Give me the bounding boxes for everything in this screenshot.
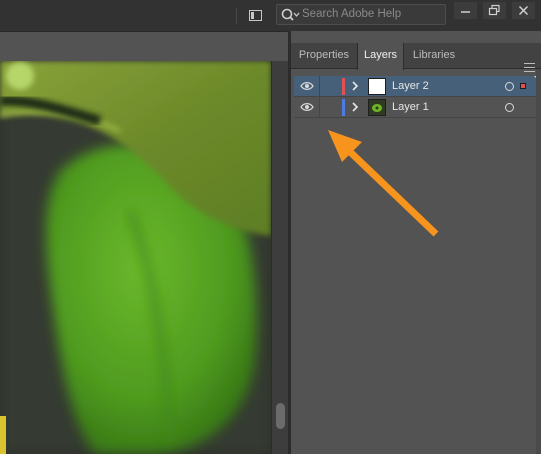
document-canvas[interactable] [0, 31, 288, 454]
search-placeholder: Search Adobe Help [302, 8, 402, 20]
layer-target-icon[interactable] [505, 103, 514, 112]
panel-tab-bar: Properties Layers Libraries [291, 43, 541, 72]
panel-menu-icon[interactable] [524, 63, 535, 72]
canvas-vertical-scrollbar[interactable] [271, 61, 288, 454]
search-icon [280, 7, 300, 23]
layer-color-indicator [342, 78, 345, 95]
layer-name[interactable]: Layer 1 [392, 101, 429, 113]
search-help-field[interactable]: Search Adobe Help [276, 4, 446, 25]
layer-thumbnail [368, 78, 386, 95]
layer-thumbnail [368, 99, 386, 116]
expand-chevron-icon[interactable] [351, 79, 359, 93]
layer-color-indicator [342, 99, 345, 116]
app-top-bar: Search Adobe Help [0, 0, 541, 31]
visibility-eye-icon[interactable] [300, 102, 314, 112]
layer-target-icon[interactable] [505, 82, 514, 91]
arrange-documents-icon[interactable] [247, 8, 265, 23]
layers-panel: Properties Layers Libraries Layer 2 Laye… [288, 31, 541, 454]
document-tab-strip [0, 31, 288, 61]
selection-indicator[interactable] [520, 83, 526, 89]
layer-name[interactable]: Layer 2 [392, 80, 429, 92]
layer-row-layer-2[interactable]: Layer 2 [294, 76, 540, 97]
expand-chevron-icon[interactable] [351, 100, 359, 114]
tab-libraries[interactable]: Libraries [404, 43, 464, 69]
close-button[interactable] [512, 2, 535, 19]
tab-layers[interactable]: Layers [357, 43, 404, 70]
tab-properties[interactable]: Properties [291, 43, 357, 69]
artwork-leaf-image [0, 61, 271, 454]
minimize-button[interactable] [454, 2, 477, 19]
restore-button[interactable] [483, 2, 506, 19]
panel-scrollbar[interactable] [536, 69, 541, 454]
visibility-eye-icon[interactable] [300, 81, 314, 91]
toolbar-divider [236, 8, 237, 24]
canvas-scroll-thumb[interactable] [276, 403, 285, 429]
layer-row-layer-1[interactable]: Layer 1 [294, 97, 538, 118]
